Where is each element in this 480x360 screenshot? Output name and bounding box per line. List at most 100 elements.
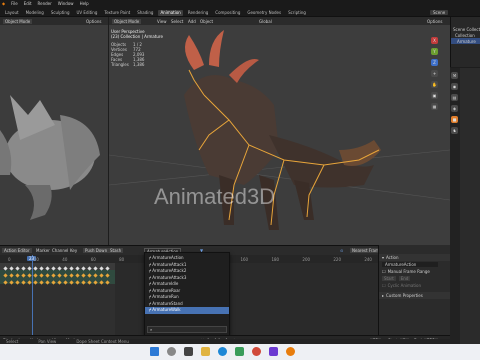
keyframe-marker[interactable] [21, 280, 26, 285]
keyframe-marker[interactable] [27, 280, 32, 285]
render-icon[interactable]: ◉ [451, 83, 458, 90]
keyframe-marker[interactable] [15, 280, 20, 285]
keyframe-marker[interactable] [33, 266, 38, 271]
tab-uv-editing[interactable]: UV Editing [75, 10, 100, 16]
keyframe-marker[interactable] [57, 266, 62, 271]
left-mode-dropdown[interactable]: Object Mode [3, 19, 33, 24]
outliner-item-armature[interactable]: Armature [451, 38, 480, 44]
keyframe-marker[interactable] [75, 280, 80, 285]
main-viewport[interactable]: Object Mode View Select Add Object Globa… [109, 17, 450, 245]
left-options-button[interactable]: Options [86, 19, 101, 24]
cyclic-animation-checkbox[interactable]: ☐ Cyclic Animation [379, 282, 450, 289]
keyframe-marker[interactable] [9, 280, 14, 285]
tool-icon[interactable]: ⚒ [451, 72, 458, 79]
tab-modeling[interactable]: Modeling [24, 10, 46, 16]
app-icon[interactable] [252, 347, 261, 356]
axis-z-icon[interactable]: Z [431, 59, 438, 66]
keyframe-marker[interactable] [93, 266, 98, 271]
keyframe-marker[interactable] [33, 280, 38, 285]
keyframe-marker[interactable] [15, 273, 20, 278]
keyframe-marker[interactable] [33, 273, 38, 278]
menu-file[interactable]: File [11, 1, 18, 6]
keyframe-marker[interactable] [39, 280, 44, 285]
keyframe-marker[interactable] [15, 266, 20, 271]
keyframe-marker[interactable] [81, 280, 86, 285]
keyframe-marker[interactable] [75, 273, 80, 278]
snapping-icon[interactable]: ⊙ [340, 248, 343, 253]
left-viewport[interactable]: Object Mode Options [0, 17, 108, 245]
menu-select[interactable]: Select [171, 19, 183, 24]
stash-button[interactable]: Stash [108, 248, 124, 253]
outliner-item-scene[interactable]: Scene Collection [451, 17, 480, 32]
menu-view[interactable]: View [157, 19, 167, 24]
keyframe-marker[interactable] [57, 273, 62, 278]
keyframe-marker[interactable] [45, 280, 50, 285]
action-name-field[interactable]: ArmatureAction [379, 261, 450, 268]
keyframe-marker[interactable] [87, 273, 92, 278]
keyframe-marker[interactable] [3, 273, 8, 278]
keyframe-marker[interactable] [99, 273, 104, 278]
range-start-field[interactable]: Start [382, 276, 396, 281]
keyframe-marker[interactable] [27, 273, 32, 278]
playhead-line[interactable] [32, 255, 33, 335]
keyframe-marker[interactable] [105, 273, 110, 278]
main-options-button[interactable]: Options [427, 19, 442, 24]
dopesheet-menu-channel[interactable]: Channel [52, 248, 68, 253]
keyframe-marker[interactable] [81, 273, 86, 278]
keyframe-marker[interactable] [45, 266, 50, 271]
dopesheet-menu-marker[interactable]: Marker [36, 248, 50, 253]
keyframe-marker[interactable] [81, 266, 86, 271]
keyframe-marker[interactable] [87, 266, 92, 271]
keyframe-marker[interactable] [105, 266, 110, 271]
keyframe-marker[interactable] [21, 273, 26, 278]
menu-help[interactable]: Help [80, 1, 89, 6]
blender-logo-icon[interactable]: ◆ [2, 1, 5, 6]
keyframe-marker[interactable] [57, 280, 62, 285]
tab-scripting[interactable]: Scripting [286, 10, 308, 16]
axis-x-icon[interactable]: X [431, 37, 438, 44]
menu-render[interactable]: Render [38, 1, 52, 6]
menu-object[interactable]: Object [200, 19, 213, 24]
keyframe-marker[interactable] [3, 280, 8, 285]
tab-geometry-nodes[interactable]: Geometry Nodes [245, 10, 283, 16]
keyframe-marker[interactable] [63, 273, 68, 278]
keyframe-marker[interactable] [9, 266, 14, 271]
tab-compositing[interactable]: Compositing [213, 10, 242, 16]
keyframe-marker[interactable] [105, 280, 110, 285]
app-icon[interactable] [269, 347, 278, 356]
windows-start-icon[interactable] [150, 347, 159, 356]
keyframe-marker[interactable] [93, 280, 98, 285]
zoom-icon[interactable]: + [431, 70, 438, 77]
keyframe-marker[interactable] [9, 273, 14, 278]
output-icon[interactable]: ▤ [451, 94, 458, 101]
action-search-field[interactable]: ⌕ [147, 326, 227, 333]
pan-hand-icon[interactable]: ✋ [431, 81, 438, 88]
keyframe-marker[interactable] [27, 266, 32, 271]
custom-properties-header[interactable]: ▸ Custom Properties [379, 292, 450, 299]
keyframe-marker[interactable] [63, 266, 68, 271]
push-down-button[interactable]: Push Down [83, 248, 110, 253]
manual-frame-range-checkbox[interactable]: ☐ Manual Frame Range [379, 268, 450, 275]
keyframe-marker[interactable] [51, 273, 56, 278]
scene-icon[interactable]: ◈ [451, 105, 458, 112]
tab-shading[interactable]: Shading [135, 10, 155, 16]
keyframe-marker[interactable] [75, 266, 80, 271]
axis-y-icon[interactable]: Y [431, 48, 438, 55]
transform-orientation[interactable]: Global [259, 19, 272, 24]
blender-taskbar-icon[interactable] [286, 347, 295, 356]
keyframe-marker[interactable] [45, 273, 50, 278]
tab-texture-paint[interactable]: Texture Paint [102, 10, 132, 16]
keyframe-marker[interactable] [99, 280, 104, 285]
keyframe-marker[interactable] [99, 266, 104, 271]
keyframe-marker[interactable] [39, 266, 44, 271]
action-list-item[interactable]: ᚋ ArmatureWalk [145, 307, 229, 314]
store-icon[interactable] [235, 347, 244, 356]
dopesheet-menu-key[interactable]: Key [70, 248, 77, 253]
keyframe-marker[interactable] [87, 280, 92, 285]
menu-edit[interactable]: Edit [24, 1, 32, 6]
tab-rendering[interactable]: Rendering [186, 10, 210, 16]
keyframe-marker[interactable] [93, 273, 98, 278]
range-end-field[interactable]: End [398, 276, 411, 281]
keyframe-marker[interactable] [69, 280, 74, 285]
menu-window[interactable]: Window [58, 1, 74, 6]
